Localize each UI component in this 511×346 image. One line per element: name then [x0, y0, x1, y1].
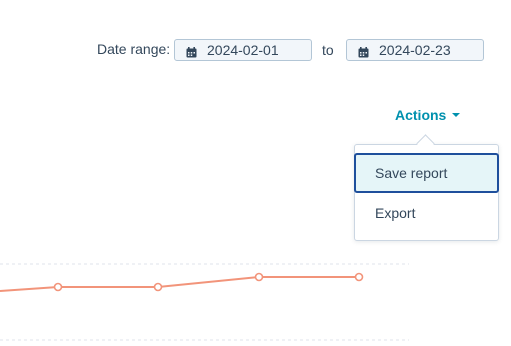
data-point[interactable]: [153, 282, 163, 292]
data-point[interactable]: [254, 272, 264, 282]
report-page: Date range: 2024-02-01 to 2024-02-23 Act…: [0, 0, 511, 346]
actions-menu: Save report Export: [354, 144, 499, 241]
save-report-menu-item[interactable]: Save report: [354, 153, 499, 193]
data-point[interactable]: [53, 282, 63, 292]
export-label: Export: [375, 205, 416, 221]
save-report-label: Save report: [375, 165, 448, 181]
series-line: [0, 276, 359, 292]
data-point[interactable]: [354, 272, 364, 282]
export-menu-item[interactable]: Export: [355, 193, 498, 233]
